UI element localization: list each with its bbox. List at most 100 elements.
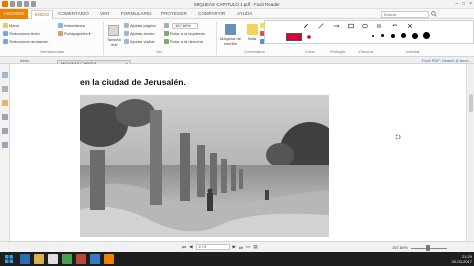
windows-taskbar: 21:29 30-03-2017 [0,252,474,266]
arrow-icon[interactable] [333,23,339,29]
clock-date: 30-03-2017 [451,259,472,264]
maximize-button[interactable]: □ [462,1,465,7]
clipboard-icon [58,31,63,36]
fit-visible-button[interactable]: Ajustar visible [124,39,155,44]
next-page-icon[interactable]: ▶ [233,244,236,250]
foxit-plugin-link[interactable]: Foxit PDF: Search & Anno... [422,58,472,63]
window-controls: – □ × [455,1,472,7]
bookmarks-icon[interactable] [2,72,8,78]
brush-size-large[interactable] [391,34,395,38]
line-icon[interactable] [318,23,324,29]
group-label-insert: Insertar [406,49,420,54]
zoom-out-button[interactable] [164,23,169,28]
tab-formulario[interactable]: FORMULARIO [121,11,152,16]
vertical-scrollbar[interactable] [466,64,474,241]
tab-ayuda[interactable]: AYUDA [237,11,253,16]
chrome-icon[interactable] [62,254,72,264]
select-annotation-button[interactable]: Seleccionar anotación [3,39,48,44]
pencil-icon[interactable] [303,23,309,29]
group-label-view: Ver [156,49,163,54]
window-title: MIQUEAS CAPITULO 1.pdf - Foxit Reader [194,2,280,7]
media-player-icon[interactable] [48,254,58,264]
zoom-icon [164,23,169,28]
annotation-select-icon [3,39,8,44]
document-photo [80,95,329,237]
note-icon[interactable] [247,24,258,35]
close-icon[interactable] [407,23,413,29]
rectangle-icon[interactable] [348,23,354,29]
tab-comentario[interactable]: COMENTARIO [58,11,89,16]
tab-start-page[interactable]: Inicio [20,58,29,63]
tab-proteger[interactable]: PROTEGER [161,11,187,16]
tab-ver[interactable]: VER [100,11,109,16]
layers-icon[interactable] [2,128,8,134]
ie-browser-icon[interactable] [20,254,30,264]
snapshot-button[interactable]: Instantánea [58,23,85,28]
actual-size-icon[interactable] [108,25,119,36]
hand-tool-button[interactable]: Mano [3,23,19,28]
clipboard-button[interactable]: Portapapeles ▾ [58,31,91,36]
first-page-icon[interactable]: ⏮ [182,245,186,250]
prev-page-icon[interactable]: ◀ [189,244,192,250]
brush-size-xlarge[interactable] [401,33,406,38]
color-swatch[interactable] [286,33,302,41]
fit-width-button[interactable]: Ajustar ancho [124,31,154,36]
app-icon-red[interactable] [76,254,86,264]
ellipse-icon[interactable] [362,23,368,29]
undo-icon[interactable] [392,23,398,29]
tab-archivo[interactable]: ARCHIVO [0,9,28,19]
status-bar: ⏮ ◀ 4 / 5 ▶ ⏭ ▭ ▤ 157.60% [0,241,474,252]
group-label-links: Vínculos [358,49,374,54]
typewriter-icon[interactable] [225,24,236,35]
page-navigation: ⏮ ◀ 4 / 5 ▶ ⏭ ▭ ▤ [182,244,258,250]
tab-inicio[interactable]: INICIO [31,10,54,19]
zoom-field[interactable]: 157.60% [172,23,198,29]
actual-size-label: Tamaño real [106,37,122,47]
tab-compartir[interactable]: COMPARTIR [198,11,225,16]
rotate-left-button[interactable]: Rotar a la izquierda [164,31,205,36]
brush-size-xxlarge[interactable] [412,33,418,39]
system-tray-clock[interactable]: 21:29 30-03-2017 [452,254,472,264]
select-text-button[interactable]: Seleccionar texto [3,31,40,36]
continuous-view-icon[interactable]: ▤ [253,244,257,250]
fit-page-icon [124,23,129,28]
close-button[interactable]: × [469,1,472,7]
page-number-field[interactable]: 4 / 5 [195,244,230,250]
brush-size-medium[interactable] [381,34,384,37]
brush-size-small[interactable] [372,35,374,37]
fit-page-button[interactable]: Ajustar página [124,23,156,28]
rotate-right-button[interactable]: Rotar a la derecha [164,39,203,44]
pages-icon[interactable] [2,86,8,92]
comments-icon[interactable] [2,100,8,106]
attachments-icon[interactable] [2,114,8,120]
windows-start-icon[interactable] [4,254,14,264]
fit-visible-icon [124,39,129,44]
zoom-percent: 157.60% [392,245,408,250]
app-icon-blue[interactable] [90,254,100,264]
eraser-icon[interactable] [376,23,382,29]
fit-width-icon [124,31,129,36]
search-input[interactable] [381,11,429,18]
search-icon[interactable] [431,11,437,17]
camera-icon [58,23,63,28]
group-label-comment: Comentario [244,49,265,54]
file-explorer-icon[interactable] [34,254,44,264]
signatures-icon[interactable] [2,142,8,148]
last-page-icon[interactable]: ⏭ [239,245,243,250]
separator [216,22,217,55]
note-label: Nota [247,36,257,41]
left-sidebar [0,64,10,254]
rotate-right-icon [164,39,169,44]
minimize-button[interactable]: – [455,1,458,7]
foxit-reader-taskbar-icon[interactable] [104,254,114,264]
typewriter-label: Máquina de escribir [220,36,241,46]
document-heading: en la ciudad de Jerusalén. [80,77,186,87]
group-label-create: Crear [305,49,316,54]
brush-size-max[interactable] [423,32,430,39]
zoom-slider-knob[interactable] [426,245,430,251]
hand-icon [3,23,8,28]
color-picker-icon[interactable] [306,34,312,40]
scrollbar-thumb[interactable] [469,94,473,112]
rotate-left-icon [164,31,169,36]
single-page-view-icon[interactable]: ▭ [246,244,250,250]
